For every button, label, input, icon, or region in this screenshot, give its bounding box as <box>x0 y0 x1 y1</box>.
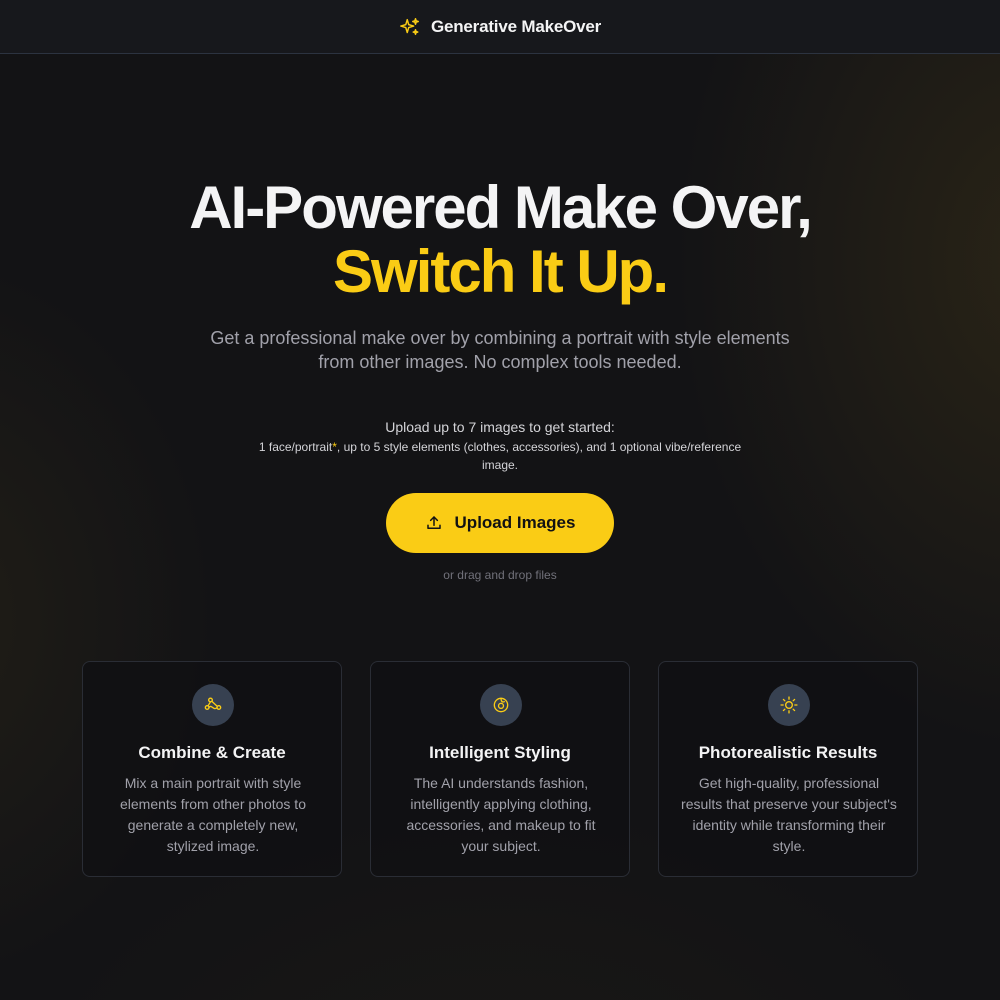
drag-drop-hint: or drag and drop files <box>443 568 557 582</box>
palette-icon <box>480 684 522 726</box>
feature-title: Combine & Create <box>138 743 286 762</box>
hero-title: AI-Powered Make Over, Switch It Up. <box>0 176 1000 304</box>
hero-subtitle: Get a professional make over by combinin… <box>210 328 790 372</box>
upload-detail-suffix: , up to 5 style elements (clothes, acces… <box>336 440 742 472</box>
sun-icon <box>768 684 810 726</box>
upload-detail-text: 1 face/portrait*, up to 5 style elements… <box>250 438 750 474</box>
hero: AI-Powered Make Over, Switch It Up. <box>0 176 1000 304</box>
upload-button-label: Upload Images <box>454 513 576 532</box>
feature-description: Get high-quality, professional results t… <box>681 775 897 854</box>
app-title: Generative MakeOver <box>430 16 602 36</box>
feature-title: Photorealistic Results <box>698 743 878 762</box>
feature-card-styling: Intelligent Styling The AI understands f… <box>370 661 630 877</box>
feature-title: Intelligent Styling <box>429 743 571 762</box>
top-bar: Generative MakeOver <box>0 0 1000 54</box>
hero-title-highlight: Switch It Up. <box>333 238 669 305</box>
upload-icon <box>425 514 443 532</box>
upload-detail-prefix: 1 face/portrait <box>258 440 333 454</box>
upload-images-button[interactable]: Upload Images <box>386 493 614 553</box>
upload-lead-text: Upload up to 7 images to get started: <box>385 419 615 435</box>
page: Generative MakeOver AI-Powered Make Over… <box>0 0 1000 1000</box>
hero-title-line1: AI-Powered Make Over, <box>189 174 813 241</box>
feature-card-photorealistic: Photorealistic Results Get high-quality,… <box>658 661 918 877</box>
sparkles-icon <box>399 16 421 38</box>
feature-card-combine: Combine & Create Mix a main portrait wit… <box>82 661 342 877</box>
combine-icon <box>192 684 234 726</box>
feature-description: Mix a main portrait with style elements … <box>120 775 306 854</box>
upload-instructions: Upload up to 7 images to get started: 1 … <box>250 418 750 474</box>
feature-description: The AI understands fashion, intelligentl… <box>406 775 596 854</box>
